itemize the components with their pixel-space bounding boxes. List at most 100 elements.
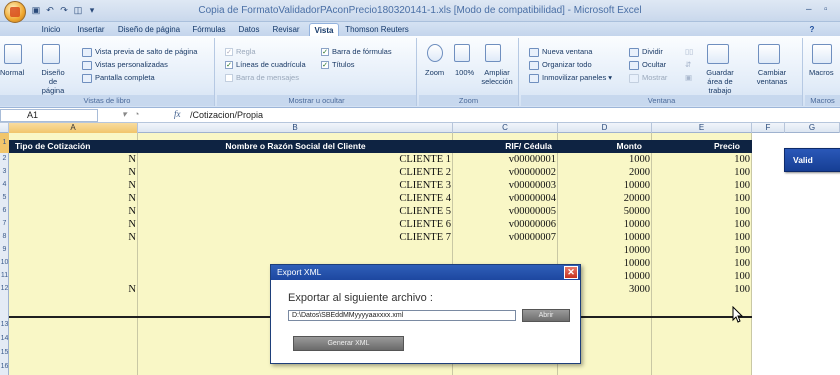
cell-nombre[interactable]: CLIENTE 7	[138, 232, 451, 243]
zoom-selection-icon[interactable]	[485, 44, 501, 62]
cell-rif[interactable]: v00000006	[453, 219, 556, 230]
zoom-selection-button[interactable]: Ampliar selección	[477, 68, 517, 86]
cell-monto[interactable]: 10000	[558, 180, 650, 191]
row-header[interactable]: 6	[0, 205, 9, 217]
cell-monto[interactable]: 50000	[558, 206, 650, 217]
full-screen-button[interactable]: Pantalla completa	[82, 73, 155, 83]
formula-input[interactable]: /Cotizacion/Propia	[190, 109, 263, 121]
reset-position-icon[interactable]: ▣	[685, 73, 692, 82]
cell-tipo[interactable]: N	[9, 232, 136, 243]
switch-windows-button[interactable]: Cambiar ventanas	[747, 68, 797, 86]
tab-datos[interactable]: Datos	[234, 23, 264, 36]
cell-nombre[interactable]: CLIENTE 2	[138, 167, 451, 178]
new-window-button[interactable]: Nueva ventana	[529, 47, 592, 57]
cell-precio[interactable]: 100	[652, 232, 750, 243]
name-box-dropdown-icon[interactable]: ▾	[122, 109, 127, 120]
save-workspace-icon[interactable]	[707, 44, 729, 64]
cell-precio[interactable]: 100	[652, 219, 750, 230]
column-header-d[interactable]: D	[558, 123, 652, 133]
zoom-100-button[interactable]: 100%	[455, 68, 474, 77]
cell-tipo[interactable]: N	[9, 219, 136, 230]
office-button[interactable]	[4, 1, 26, 23]
column-header-a[interactable]: A	[9, 123, 138, 133]
help-icon[interactable]: ?	[806, 23, 818, 36]
row-header[interactable]: 2	[0, 153, 9, 165]
cell-rif[interactable]: v00000007	[453, 232, 556, 243]
page-break-preview-button[interactable]: Vista previa de salto de página	[82, 47, 197, 57]
custom-views-button[interactable]: Vistas personalizadas	[82, 60, 168, 70]
switch-windows-icon[interactable]	[758, 44, 780, 64]
cell-monto[interactable]: 2000	[558, 167, 650, 178]
browse-button[interactable]: Abrir	[522, 309, 570, 322]
cell-precio[interactable]: 100	[652, 154, 750, 165]
macros-button[interactable]: Macros	[809, 68, 834, 77]
cell-tipo[interactable]	[9, 271, 136, 282]
header-monto[interactable]: Monto	[558, 140, 652, 153]
cell-nombre[interactable]: CLIENTE 4	[138, 193, 451, 204]
column-header-f[interactable]: F	[752, 123, 785, 133]
cell-precio[interactable]: 100	[652, 180, 750, 191]
select-all-button[interactable]	[0, 123, 9, 133]
zoom-100-icon[interactable]	[454, 44, 470, 62]
row-header[interactable]: 5	[0, 192, 9, 204]
page-layout-icon[interactable]	[42, 44, 60, 64]
page-layout-button[interactable]: Diseño de página	[38, 68, 68, 95]
tab-formulas[interactable]: Fórmulas	[190, 23, 228, 36]
cell-nombre[interactable]: CLIENTE 5	[138, 206, 451, 217]
view-side-by-side-icon[interactable]: ▯▯	[685, 47, 693, 56]
tab-revisar[interactable]: Revisar	[268, 23, 304, 36]
row-header[interactable]: 12	[0, 283, 9, 295]
cell-tipo[interactable]	[9, 258, 136, 269]
split-button[interactable]: Dividir	[629, 47, 663, 57]
minimize-button[interactable]: –	[806, 4, 812, 15]
column-header-g[interactable]: G	[785, 123, 840, 133]
cell-tipo[interactable]: N	[9, 193, 136, 204]
row-header[interactable]: 14	[0, 333, 9, 345]
normal-view-icon[interactable]	[4, 44, 22, 64]
cell-monto[interactable]: 1000	[558, 154, 650, 165]
cell-precio[interactable]: 100	[652, 206, 750, 217]
validate-button[interactable]: Valid	[784, 148, 840, 172]
row-header[interactable]: 4	[0, 179, 9, 191]
generate-xml-button[interactable]: Generar XML	[293, 336, 404, 351]
arrange-all-button[interactable]: Organizar todo	[529, 60, 592, 70]
cell-monto[interactable]: 10000	[558, 232, 650, 243]
row-header[interactable]: 15	[0, 347, 9, 359]
zoom-button[interactable]: Zoom	[425, 68, 444, 77]
headings-checkbox[interactable]: ✓ Títulos	[321, 60, 355, 70]
row-header[interactable]: 16	[0, 361, 9, 373]
cell-tipo[interactable]: N	[9, 154, 136, 165]
row-header[interactable]: 9	[0, 244, 9, 256]
cell-tipo[interactable]: N	[9, 167, 136, 178]
cell-nombre[interactable]: CLIENTE 6	[138, 219, 451, 230]
cell-rif[interactable]: v00000003	[453, 180, 556, 191]
cell-monto[interactable]: 20000	[558, 193, 650, 204]
insert-function-icon[interactable]: fx	[174, 109, 181, 119]
header-precio[interactable]: Precio	[652, 140, 752, 153]
name-box[interactable]: A1	[0, 109, 98, 122]
cell-precio[interactable]: 100	[652, 284, 750, 295]
row-header[interactable]: 10	[0, 257, 9, 269]
column-header-e[interactable]: E	[652, 123, 752, 133]
row-header[interactable]: 3	[0, 166, 9, 178]
cell-rif[interactable]: v00000004	[453, 193, 556, 204]
row-header[interactable]: 11	[0, 270, 9, 282]
dialog-close-icon[interactable]: ✕	[564, 266, 578, 279]
cell-tipo[interactable]: N	[9, 206, 136, 217]
row-header[interactable]: 13	[0, 319, 9, 331]
normal-view-button[interactable]: Normal	[0, 68, 24, 77]
row-header[interactable]: 1	[0, 133, 9, 153]
tab-diseno-pagina[interactable]: Diseño de página	[116, 23, 182, 36]
cell-tipo[interactable]	[9, 245, 136, 256]
cell-monto[interactable]: 10000	[558, 245, 650, 256]
cell-rif[interactable]: v00000001	[453, 154, 556, 165]
column-header-c[interactable]: C	[453, 123, 558, 133]
cell-nombre[interactable]: CLIENTE 1	[138, 154, 451, 165]
sync-scroll-icon[interactable]: ⇵	[685, 60, 691, 69]
gridlines-checkbox[interactable]: ✓ Líneas de cuadrícula	[225, 60, 306, 70]
tab-inicio[interactable]: Inicio	[36, 23, 66, 36]
hide-button[interactable]: Ocultar	[629, 60, 666, 70]
cell-precio[interactable]: 100	[652, 167, 750, 178]
row-header[interactable]: 8	[0, 231, 9, 243]
header-nombre-cliente[interactable]: Nombre o Razón Social del Cliente	[138, 140, 453, 153]
